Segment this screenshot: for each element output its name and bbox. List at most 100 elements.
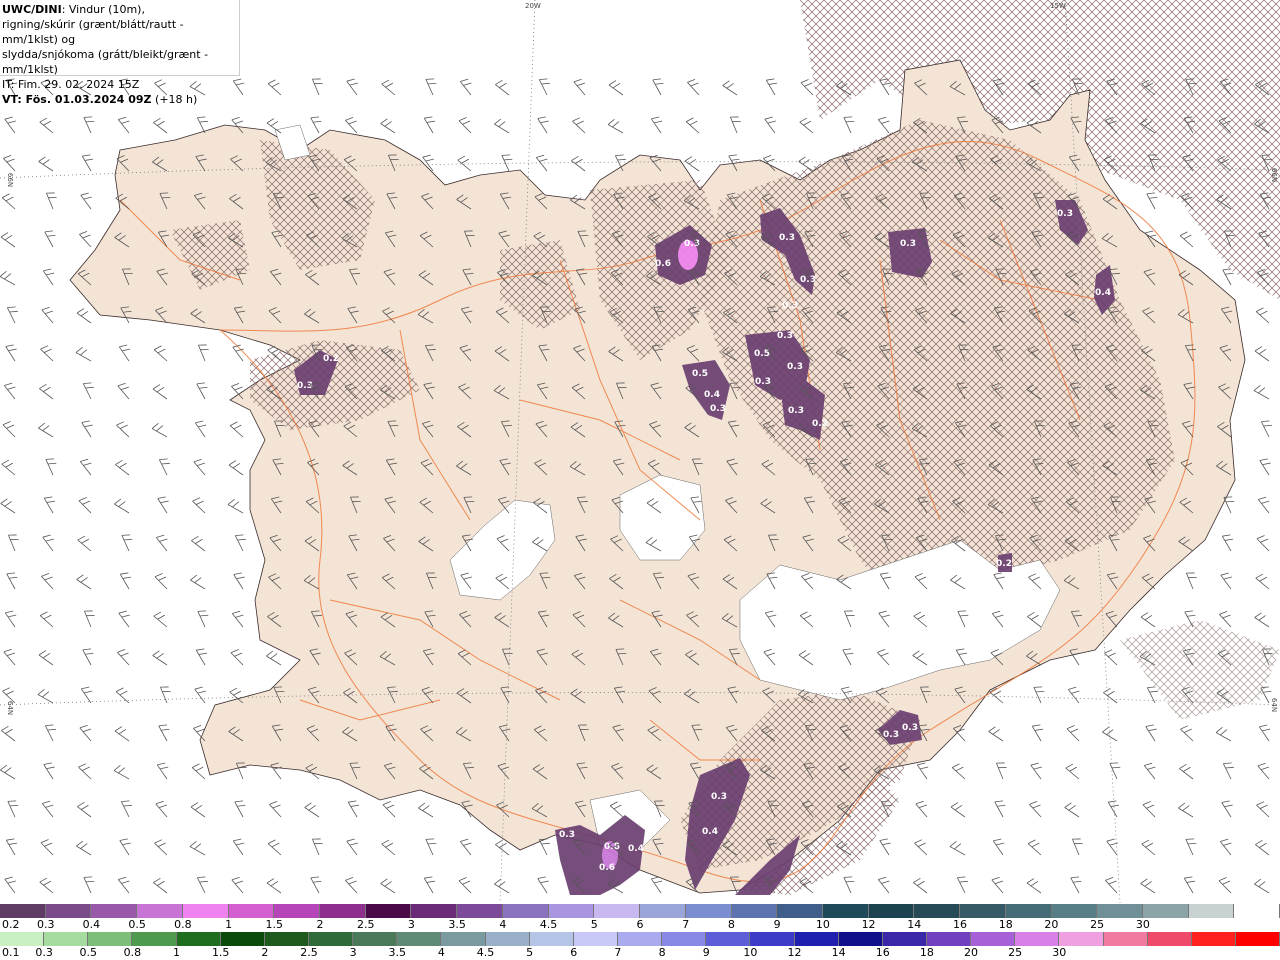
legend-swatch <box>1234 904 1280 918</box>
legend-swatch <box>441 932 486 946</box>
snow-color-legend <box>0 904 1280 918</box>
precip-value-label: 0.2 <box>812 419 828 429</box>
label-15w: 15W <box>1050 2 1066 10</box>
legend-label: 3.5 <box>448 918 466 931</box>
legend-label: 2.5 <box>300 946 318 959</box>
legend-swatch <box>822 904 869 918</box>
legend-label: 10 <box>743 946 758 959</box>
legend-label: 16 <box>875 946 890 959</box>
legend-swatch <box>502 904 549 918</box>
legend-label: 14 <box>907 918 922 931</box>
precip-value-label: 0.4 <box>704 390 720 400</box>
legend-swatch <box>44 932 89 946</box>
legend-swatch <box>1005 904 1052 918</box>
legend-swatch <box>617 932 663 946</box>
rain-legend-labels: 0.1 0.3 0.5 0.8 1 1.5 2 2.5 3 3.5 4 4.5 5 6 7 8 9 10 12 14 1… <box>0 946 1280 960</box>
legend-label: 12 <box>787 946 802 959</box>
legend-label: 16 <box>953 918 967 931</box>
legend-label: 18 <box>919 946 934 959</box>
legend-swatch <box>594 904 641 918</box>
legend-label: 4.5 <box>476 946 495 959</box>
precip-value-label: 0.3 <box>1057 209 1073 219</box>
model-name: UWC/DINI <box>2 3 62 16</box>
legend-label: 14 <box>831 946 846 959</box>
legend-label: 2 <box>316 918 324 931</box>
precip-value-label: 0.3 <box>297 381 313 391</box>
legend-swatch <box>88 932 133 946</box>
legend-label: 18 <box>998 918 1013 931</box>
legend-label: 20 <box>964 946 979 959</box>
forecast-map: 0.3 0.6 0.3 0.3 0.3 0.3 0.3 0.4 0.2 0.3 … <box>0 0 1280 903</box>
precip-value-label: 0.3 <box>788 406 804 416</box>
map-info-box: UWC/DINI: Vindur (10m), rigning/skúrir (… <box>0 0 240 106</box>
legend-label: 2 <box>261 946 269 959</box>
legend-label: 0.4 <box>82 918 101 931</box>
legend-swatch <box>220 932 265 946</box>
legend-label: 25 <box>1008 946 1023 959</box>
legend-label: 0.8 <box>123 946 142 959</box>
legend-label: 9 <box>773 918 781 931</box>
legend-swatch <box>353 932 398 946</box>
legend-swatch <box>882 932 927 946</box>
legend-swatch <box>1015 932 1060 946</box>
legend-label: 0.8 <box>174 918 192 931</box>
legend-label: 9 <box>702 946 710 959</box>
precip-value-label: 0.2 <box>996 559 1012 569</box>
info-line-1-rest: : Vindur (10m), <box>61 3 145 16</box>
legend-swatch <box>0 932 45 946</box>
legend-swatch <box>264 932 309 946</box>
legend-label: 6 <box>636 918 644 931</box>
legend-label: 8 <box>658 946 666 959</box>
legend-label: 20 <box>1044 918 1059 931</box>
legend-swatch <box>308 932 354 946</box>
snow-legend-labels: 0.2 0.3 0.4 0.5 0.8 1 1.5 2 2.5 3 3.5 4 4.5 5 6 7 8 9 10 12… <box>0 918 1280 932</box>
precip-value-label: 0.3 <box>779 233 795 243</box>
legend-swatch <box>182 904 229 918</box>
label-66n-right: 66N <box>1270 168 1278 182</box>
legend-label: 3 <box>349 946 357 959</box>
legend-swatch <box>45 904 92 918</box>
legend-swatch <box>662 932 707 946</box>
rain-color-legend <box>0 932 1280 946</box>
legend-label: 5 <box>590 918 598 931</box>
legend-swatch <box>750 932 795 946</box>
precip-value-label: 0.4 <box>702 827 718 837</box>
legend-swatch <box>548 904 595 918</box>
legend-label: 4 <box>499 918 507 931</box>
legend-swatch <box>1235 932 1280 946</box>
valid-time: VT: Fös. 01.03.2024 09Z <box>2 93 152 106</box>
label-64n-left: 64N <box>6 701 14 715</box>
legend-label: 1 <box>225 918 233 931</box>
legend-swatch <box>838 932 883 946</box>
legend-label: 4.5 <box>539 918 558 931</box>
legend-swatch <box>1103 932 1148 946</box>
legend-swatch <box>137 904 183 918</box>
legend-swatch <box>485 932 530 946</box>
label-64n-right: 64N <box>1270 698 1278 712</box>
legend-label: 10 <box>815 918 830 931</box>
precip-value-label: 0.3 <box>559 830 575 840</box>
precip-value-label: 0.3 <box>902 723 918 733</box>
legend-label: 3 <box>407 918 415 931</box>
legend-label: 7 <box>614 946 622 959</box>
info-line-1: UWC/DINI: Vindur (10m), <box>2 2 239 17</box>
legend-swatch <box>685 904 732 918</box>
legend-swatch <box>1142 904 1189 918</box>
init-time: IT: Fim. 29. 02. 2024 15Z <box>2 78 140 91</box>
precip-value-label: 0.3 <box>777 331 793 341</box>
legend-label: 1.5 <box>211 946 230 959</box>
legend-swatch <box>706 932 751 946</box>
legend-swatch <box>640 904 686 918</box>
info-line-2: rigning/skúrir (grænt/blátt/rautt - mm/1… <box>2 18 184 46</box>
legend-swatch <box>1097 904 1143 918</box>
legend-label: 7 <box>682 918 690 931</box>
precip-value-label: 0.3 <box>787 362 803 372</box>
precip-value-label: 0.3 <box>710 404 726 414</box>
legend-label: 0.5 <box>79 946 98 959</box>
precip-value-label: 0.6 <box>655 259 671 269</box>
legend-label: 30 <box>1052 946 1067 959</box>
legend-label: 2.5 <box>356 918 375 931</box>
precip-value-label: 0.3 <box>711 792 727 802</box>
legend-swatch <box>1051 904 1098 918</box>
legend-swatch <box>228 904 275 918</box>
